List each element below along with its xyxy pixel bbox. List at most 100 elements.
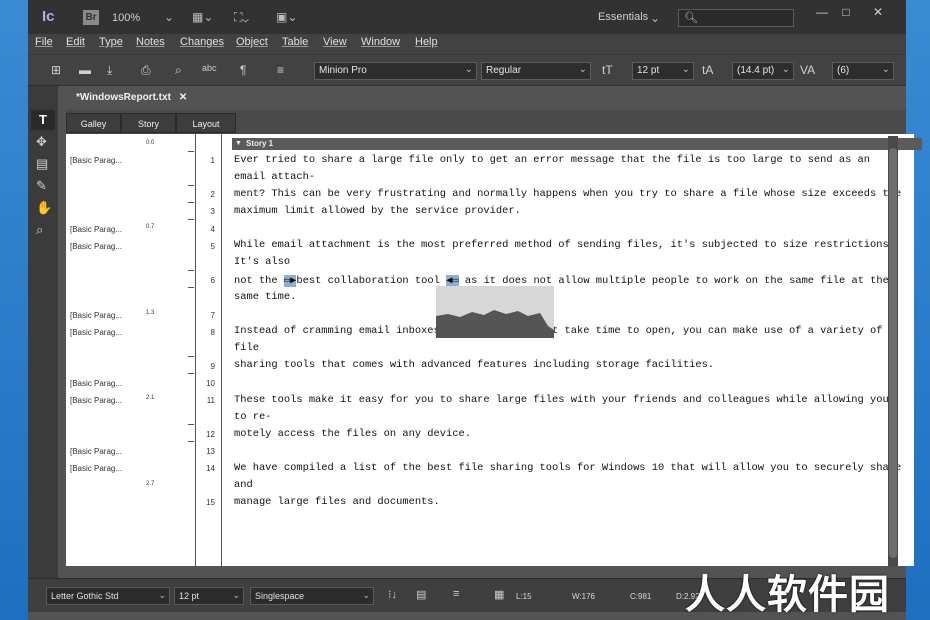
find-icon[interactable]: ⌕ xyxy=(175,63,182,78)
bridge-button[interactable]: Br xyxy=(83,10,99,25)
watermark: 人人软件园 xyxy=(685,572,890,618)
vertical-scrollbar[interactable] xyxy=(888,136,898,566)
story-text-line[interactable]: ment? This can be very frustrating and n… xyxy=(234,188,901,200)
menu-file[interactable]: File xyxy=(35,36,53,48)
line-number: 1 xyxy=(210,156,215,165)
tracking-value: (6) xyxy=(837,65,850,76)
story-text-line[interactable]: not the ▭▶best collaboration tool ◀▭ as … xyxy=(234,274,889,287)
maximize-button[interactable]: □ xyxy=(834,5,858,21)
paragraph-styles-toggle-icon[interactable]: ▤ xyxy=(416,588,426,601)
minimize-button[interactable]: — xyxy=(810,5,834,21)
note-tool-icon[interactable]: ▤ xyxy=(36,156,48,172)
story-text-line[interactable]: manage large files and documents. xyxy=(234,496,440,508)
type-tool-icon[interactable]: T xyxy=(31,110,55,130)
chevron-down-icon: ⌄ xyxy=(158,590,166,600)
pilcrow-icon[interactable]: ¶ xyxy=(240,63,246,77)
story-text-line[interactable]: motely access the files on any device. xyxy=(234,428,471,440)
paragraph-style-label: [Basic Parag... xyxy=(70,396,123,405)
paragraph-style-label: [Basic Parag... xyxy=(70,311,123,320)
story-text-line[interactable]: and xyxy=(234,479,253,491)
line-number: 14 xyxy=(206,464,215,473)
open-folder-icon[interactable]: ▬ xyxy=(79,63,91,77)
story-text-line[interactable]: It's also xyxy=(234,256,290,268)
story-text-line[interactable]: maximum limit allowed by the service pro… xyxy=(234,205,521,217)
document-tab-label: *WindowsReport.txt xyxy=(76,92,171,103)
eyedropper-icon[interactable]: ✎ xyxy=(36,178,47,194)
menu-edit[interactable]: Edit xyxy=(66,36,85,48)
tracking-select[interactable]: (6) ⌄ xyxy=(832,62,894,80)
chevron-down-icon: ⌄ xyxy=(681,64,690,75)
menu-notes[interactable]: Notes xyxy=(136,36,165,48)
new-icon[interactable]: ⊞ xyxy=(51,63,61,77)
incopy-window: Ic Br 100% ⌄ ▦⌄ ⛶⌄ ▣⌄ Essentials ⌄ 🔍︎ — … xyxy=(28,0,922,620)
story-text-line[interactable]: These tools make it easy for you to shar… xyxy=(234,394,889,406)
font-family-value: Minion Pro xyxy=(319,65,367,76)
workspace-switcher[interactable]: Essentials xyxy=(598,11,648,23)
story-text-line[interactable]: file xyxy=(234,342,259,354)
story-text-fragment: best collaboration tool xyxy=(296,275,440,287)
menu-type[interactable]: Type xyxy=(99,36,123,48)
menu-table[interactable]: Table xyxy=(282,36,308,48)
close-tab-icon[interactable]: ✕ xyxy=(179,92,187,103)
galley-size-select[interactable]: 12 pt ⌄ xyxy=(174,587,244,605)
screen-mode-icon[interactable]: ▦⌄ xyxy=(192,10,213,24)
incopy-logo: Ic xyxy=(42,8,55,25)
depth-tick xyxy=(188,424,194,425)
hand-tool-icon[interactable]: ✋ xyxy=(36,200,52,216)
galley-font-select[interactable]: Letter Gothic Std ⌄ xyxy=(46,587,170,605)
depth-tick xyxy=(188,185,194,186)
line-number: 6 xyxy=(210,276,215,285)
position-tool-icon[interactable]: ✥ xyxy=(36,134,47,150)
arrange-documents-icon[interactable]: ▣⌄ xyxy=(276,10,297,24)
line-spacing-select[interactable]: Singlespace ⌄ xyxy=(250,587,374,605)
view-options-icon[interactable]: ⛶⌄ xyxy=(234,10,249,25)
menu-changes[interactable]: Changes xyxy=(180,36,224,48)
zoom-level[interactable]: 100% xyxy=(112,12,140,24)
scrollbar-thumb[interactable] xyxy=(889,148,897,558)
story-text-line[interactable]: to re- xyxy=(234,411,271,423)
story-text-line[interactable]: While email attachment is the most prefe… xyxy=(234,239,895,251)
search-input[interactable]: 🔍︎ xyxy=(678,9,794,27)
menu-help[interactable]: Help xyxy=(415,36,438,48)
story-text-line[interactable]: same time. xyxy=(234,291,296,303)
tab-galley[interactable]: Galley xyxy=(66,113,121,133)
tab-layout[interactable]: Layout xyxy=(176,113,236,133)
tracking-icon: VA xyxy=(800,63,816,77)
chevron-down-icon[interactable]: ⌄ xyxy=(164,10,174,24)
menu-lines-icon[interactable]: ≡ xyxy=(453,588,459,600)
depth-tick xyxy=(188,287,194,288)
story-text-line[interactable]: Instead of cramming email inboxes hat ta… xyxy=(234,325,883,337)
story-text-line[interactable]: We have compiled a list of the best file… xyxy=(234,462,901,474)
menu-window[interactable]: Window xyxy=(361,36,400,48)
depth-tick xyxy=(188,373,194,374)
font-style-value: Regular xyxy=(486,65,522,76)
line-spacing-value: Singlespace xyxy=(255,591,305,601)
font-family-select[interactable]: Minion Pro ⌄ xyxy=(314,62,477,80)
font-size-select[interactable]: 12 pt ⌄ xyxy=(632,62,694,80)
zoom-tool-icon[interactable]: ⌕ xyxy=(36,222,43,238)
story-text-line[interactable]: email attach- xyxy=(234,171,315,183)
document-tab[interactable]: *WindowsReport.txt ✕ xyxy=(66,88,194,110)
save-icon[interactable]: ⤓ xyxy=(107,63,112,78)
depth-label: 0.0 xyxy=(146,140,155,146)
depth-tick xyxy=(188,202,194,203)
leading-select[interactable]: (14.4 pt) ⌄ xyxy=(732,62,794,80)
tab-story[interactable]: Story xyxy=(121,113,176,133)
paragraph-style-label: [Basic Parag... xyxy=(70,156,123,165)
menu-lines-icon[interactable]: ≡ xyxy=(277,63,284,77)
close-button[interactable]: ✕ xyxy=(866,5,890,21)
font-size-icon: tT xyxy=(602,63,613,77)
print-icon[interactable]: ⎙ xyxy=(141,63,151,78)
spell-check-icon[interactable]: abc xyxy=(202,63,217,73)
menu-view[interactable]: View xyxy=(323,36,347,48)
line-numbers-toggle-icon[interactable]: ⁝↓ xyxy=(388,588,397,601)
chevron-down-icon[interactable]: ⌄ xyxy=(650,11,660,25)
story-text-line[interactable]: Ever tried to share a large file only to… xyxy=(234,154,870,166)
menu-object[interactable]: Object xyxy=(236,36,268,48)
story-header[interactable]: Story 1 xyxy=(232,138,922,150)
story-text-line[interactable]: sharing tools that comes with advanced f… xyxy=(234,359,714,371)
leading-icon: tA xyxy=(702,63,714,77)
anchored-object-marker-icon[interactable]: ▭▶ xyxy=(283,275,297,287)
font-style-select[interactable]: Regular ⌄ xyxy=(481,62,591,80)
info-panel-icon[interactable]: ▦ xyxy=(494,588,504,601)
